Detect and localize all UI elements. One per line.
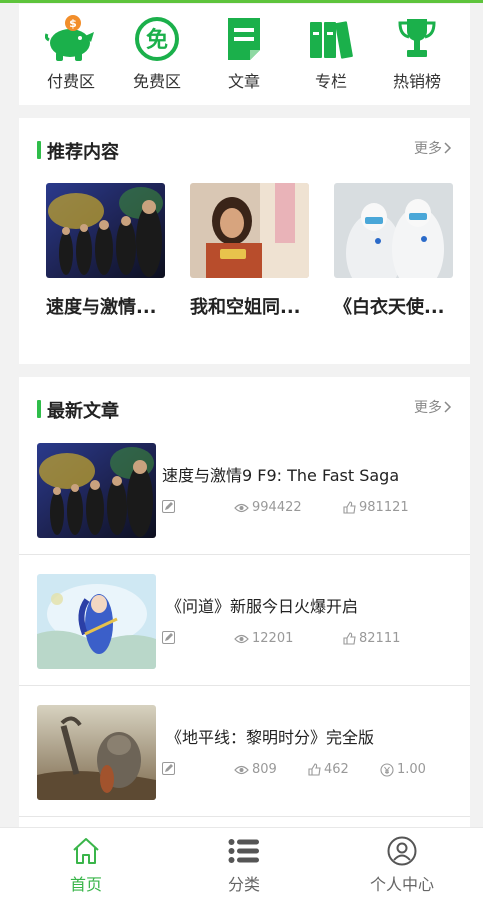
view-count-value: 12201: [252, 631, 294, 646]
article-row[interactable]: 《问道》新服今日火爆开启 12201 82111: [19, 555, 470, 686]
quick-nav-label: 免费区: [132, 72, 181, 91]
more-label: 更多: [414, 400, 442, 416]
top-accent-bar: [0, 0, 483, 3]
quick-nav-label: 文章: [227, 72, 260, 91]
chevron-right-icon: [444, 401, 452, 413]
recommend-item-title: 《白衣天使...: [334, 297, 445, 318]
home-icon: [26, 834, 146, 868]
quick-nav-label: 热销榜: [392, 72, 441, 91]
tab-label: 个人中心: [369, 875, 434, 894]
edit-icon: [162, 762, 175, 775]
section-accent-bar: [37, 400, 41, 418]
view-count: 994422: [234, 500, 302, 515]
more-link[interactable]: 更多: [414, 397, 452, 417]
section-title: 最新文章: [47, 401, 119, 422]
coin-symbol: $: [69, 17, 77, 30]
price-value: 1.00: [397, 762, 426, 777]
thumbs-up-icon: [343, 632, 356, 645]
yen-icon: [380, 762, 394, 777]
view-count-value: 809: [252, 762, 277, 777]
eye-icon: [234, 765, 249, 774]
free-badge-char: 免: [146, 27, 168, 53]
article-thumbnail: [37, 705, 156, 800]
like-count: 981121: [343, 500, 409, 515]
more-link[interactable]: 更多: [414, 138, 452, 158]
article-meta: 12201 82111: [162, 631, 470, 647]
eye-icon: [234, 634, 249, 643]
trophy-icon: [377, 14, 457, 64]
tab-home[interactable]: 首页: [26, 834, 146, 895]
books-icon: [291, 14, 371, 64]
recommend-section: 推荐内容 更多 速度与激情... 我和空姐同... 《白衣天使...: [19, 118, 470, 364]
article-title: 速度与激情9 F9: The Fast Saga: [162, 466, 400, 485]
quick-nav-bestseller[interactable]: 热销榜: [377, 14, 457, 92]
article-thumbnail: [37, 443, 156, 538]
thumbnail-stewardess: [190, 183, 309, 278]
user-icon: [342, 834, 462, 868]
tab-category[interactable]: 分类: [184, 834, 304, 895]
thumbs-up-icon: [308, 763, 321, 776]
like-count: 82111: [343, 631, 400, 646]
view-count-value: 994422: [252, 500, 302, 515]
article-row[interactable]: 《地平线：黎明时分》完全版 809 462 1.00: [19, 686, 470, 817]
thumbnail-fast-saga: [46, 183, 165, 278]
piggy-bank-icon: $: [31, 14, 111, 64]
article-title: 《地平线：黎明时分》完全版: [166, 728, 375, 747]
article-row[interactable]: 速度与激情9 F9: The Fast Saga 994422 981121: [19, 424, 470, 555]
free-badge-icon: 免: [117, 14, 197, 64]
edit-icon: [162, 500, 175, 513]
bottom-tab-bar: 首页 分类 个人中心: [0, 827, 483, 900]
like-count-value: 462: [324, 762, 349, 777]
list-icon: [184, 834, 304, 868]
quick-nav: $ 付费区 免 免费区 文章 专栏 热销榜: [19, 4, 470, 105]
quick-nav-label: 专栏: [314, 72, 347, 91]
view-count: 12201: [234, 631, 293, 646]
quick-nav-label: 付费区: [46, 72, 95, 91]
section-title: 推荐内容: [47, 142, 119, 163]
view-count: 809: [234, 762, 277, 777]
quick-nav-paid[interactable]: $ 付费区: [31, 14, 111, 92]
recommend-item-title: 速度与激情...: [46, 297, 157, 318]
recommend-item[interactable]: 我和空姐同...: [190, 183, 309, 319]
article-thumbnail: [37, 574, 156, 669]
more-label: 更多: [414, 141, 442, 157]
article-meta: 809 462 1.00: [162, 762, 470, 778]
article-meta: 994422 981121: [162, 500, 470, 516]
section-accent-bar: [37, 141, 41, 159]
price: 1.00: [380, 762, 426, 777]
like-count-value: 82111: [359, 631, 401, 646]
document-icon: [204, 14, 284, 64]
edit-icon: [162, 631, 175, 644]
tab-label: 分类: [227, 875, 260, 894]
eye-icon: [234, 503, 249, 512]
chevron-right-icon: [444, 142, 452, 154]
like-count: 462: [308, 762, 349, 777]
article-title: 《问道》新服今日火爆开启: [166, 597, 359, 616]
recommend-item[interactable]: 《白衣天使...: [334, 183, 453, 319]
thumbs-up-icon: [343, 501, 356, 514]
recommend-item[interactable]: 速度与激情...: [46, 183, 165, 319]
tab-label: 首页: [69, 875, 102, 894]
latest-articles-section: 最新文章 更多 速度与激情9 F9: The Fast Saga 994422 …: [19, 377, 470, 827]
thumbnail-white-angel: [334, 183, 453, 278]
quick-nav-free[interactable]: 免 免费区: [117, 14, 197, 92]
recommend-item-title: 我和空姐同...: [190, 297, 301, 318]
quick-nav-article[interactable]: 文章: [204, 14, 284, 92]
tab-profile[interactable]: 个人中心: [342, 834, 462, 895]
quick-nav-column[interactable]: 专栏: [291, 14, 371, 92]
like-count-value: 981121: [359, 500, 409, 515]
